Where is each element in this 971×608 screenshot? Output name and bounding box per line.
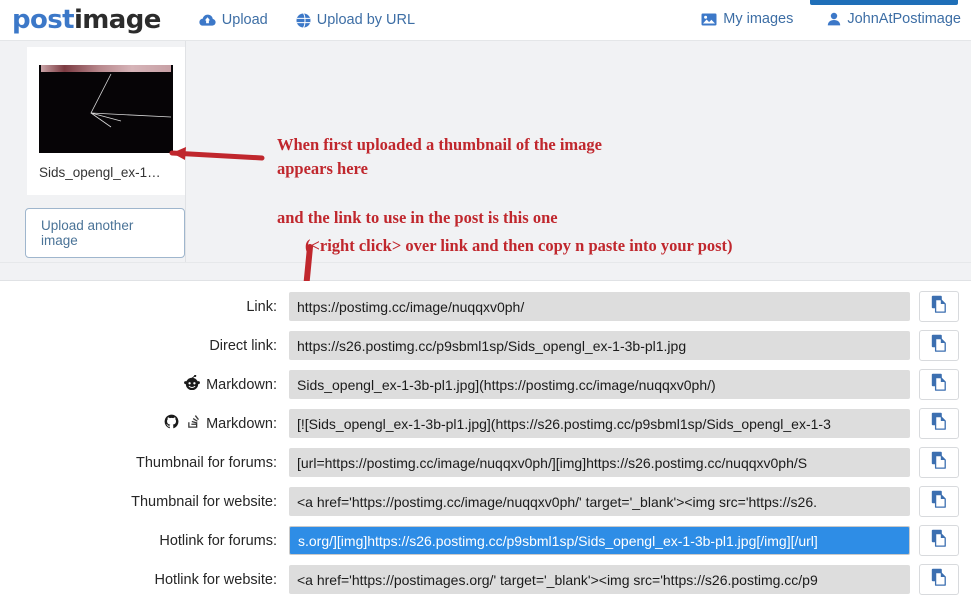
logo-image-text: image xyxy=(73,5,161,35)
link-row-label: Link: xyxy=(0,299,287,315)
link-value-input[interactable] xyxy=(289,448,910,477)
upload-another-image-button[interactable]: Upload another image xyxy=(25,208,185,258)
copy-to-clipboard-button[interactable] xyxy=(919,330,959,361)
copy-to-clipboard-button[interactable] xyxy=(919,447,959,478)
link-row: Hotlink for forums: xyxy=(0,521,971,560)
annotation-right-click-note: (<right click> over link and then copy n… xyxy=(305,236,733,255)
link-row-label-text: Hotlink for forums: xyxy=(159,532,277,549)
copy-icon xyxy=(931,490,948,513)
link-row-label-text: Direct link: xyxy=(209,337,277,354)
copy-to-clipboard-button[interactable] xyxy=(919,486,959,517)
header-right-nav: My images JohnAtPostimage xyxy=(701,11,961,27)
postimage-logo[interactable]: postimage xyxy=(12,7,161,33)
page-root: postimage Upload Upload by URL My images… xyxy=(0,0,971,608)
copy-icon xyxy=(931,334,948,357)
link-row-label: Markdown: xyxy=(0,414,287,433)
images-icon xyxy=(701,13,717,26)
copy-to-clipboard-button[interactable] xyxy=(919,564,959,595)
nav-my-images-label: My images xyxy=(723,11,794,27)
nav-user-account[interactable]: JohnAtPostimage xyxy=(827,11,961,27)
link-row-label-text: Link: xyxy=(246,298,277,315)
reddit-icon xyxy=(184,374,200,394)
link-row-label-text: Hotlink for website: xyxy=(154,571,278,588)
copy-to-clipboard-button[interactable] xyxy=(919,525,959,556)
link-row: Thumbnail for website: xyxy=(0,482,971,521)
nav-my-images[interactable]: My images xyxy=(701,11,793,27)
nav-username-label: JohnAtPostimage xyxy=(847,11,961,27)
nav-upload-by-url-label: Upload by URL xyxy=(316,12,416,28)
user-icon xyxy=(827,12,841,26)
link-row: Direct link: xyxy=(0,326,971,365)
nav-upload-by-url[interactable]: Upload by URL xyxy=(296,12,415,28)
link-row-label: Hotlink for forums: xyxy=(0,533,287,549)
site-header: postimage Upload Upload by URL My images… xyxy=(0,0,971,41)
globe-icon xyxy=(296,12,311,28)
annotation-thumbnail-note: When first uploaded a thumbnail of the i… xyxy=(277,135,602,178)
copy-to-clipboard-button[interactable] xyxy=(919,408,959,439)
link-row-label-text: Markdown: xyxy=(206,376,277,393)
link-row-label-text: Thumbnail for website: xyxy=(131,493,277,510)
link-value-input[interactable] xyxy=(289,331,910,360)
copy-icon xyxy=(931,529,948,552)
nav-upload-label: Upload xyxy=(221,12,268,28)
copy-icon xyxy=(931,451,948,474)
link-value-input[interactable] xyxy=(289,292,910,321)
link-row: Thumbnail for forums: xyxy=(0,443,971,482)
link-row: Markdown: xyxy=(0,404,971,443)
copy-to-clipboard-button[interactable] xyxy=(919,369,959,400)
link-value-input[interactable] xyxy=(289,409,910,438)
link-row-label: Hotlink for website: xyxy=(0,572,287,588)
link-row: Link: xyxy=(0,287,971,326)
thumbnail-filename: Sids_opengl_ex-1… xyxy=(39,165,161,180)
link-row: Hotlink for website: xyxy=(0,560,971,599)
top-right-blue-bar[interactable] xyxy=(810,0,958,5)
link-value-input[interactable] xyxy=(289,526,910,555)
section-divider xyxy=(0,262,971,281)
copy-icon xyxy=(931,568,948,591)
thumbnail-image xyxy=(39,65,173,153)
github-icon xyxy=(164,414,179,433)
nav-upload[interactable]: Upload xyxy=(199,12,268,28)
uploaded-thumbnail-card[interactable]: Sids_opengl_ex-1… xyxy=(27,47,185,195)
copy-icon xyxy=(931,412,948,435)
link-value-input[interactable] xyxy=(289,565,910,594)
link-value-input[interactable] xyxy=(289,370,910,399)
link-row-label-text: Markdown: xyxy=(206,415,277,432)
upload-cloud-icon xyxy=(199,13,216,27)
copy-icon xyxy=(931,373,948,396)
link-row: Markdown: xyxy=(0,365,971,404)
stackoverflow-icon xyxy=(185,414,200,433)
copy-to-clipboard-button[interactable] xyxy=(919,291,959,322)
link-row-label: Direct link: xyxy=(0,338,287,354)
logo-post-text: post xyxy=(12,5,75,35)
link-row-label-text: Thumbnail for forums: xyxy=(135,454,277,471)
annotation-link-note: and the link to use in the post is this … xyxy=(277,208,558,227)
copy-icon xyxy=(931,295,948,318)
link-row-label: Thumbnail for forums: xyxy=(0,455,287,471)
link-value-input[interactable] xyxy=(289,487,910,516)
link-row-label: Markdown: xyxy=(0,374,287,394)
link-row-label: Thumbnail for website: xyxy=(0,494,287,510)
upload-left-rail: Sids_opengl_ex-1… Upload another image xyxy=(0,41,186,262)
